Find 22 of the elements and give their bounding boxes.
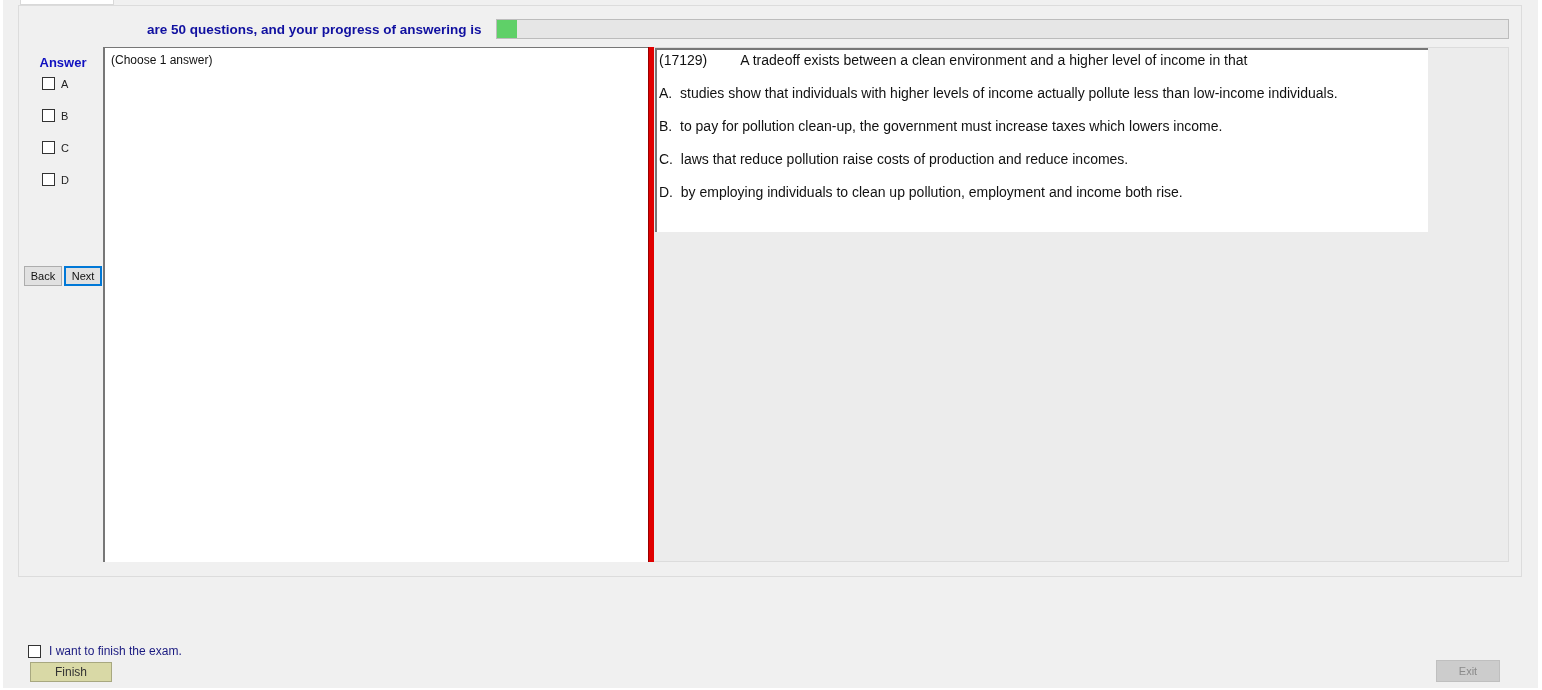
choice-text: B. to pay for pollution clean-up, the government must increase taxes which lowers income. — [659, 118, 1224, 134]
answer-checkbox[interactable] — [42, 109, 55, 122]
question-number: (17129) — [659, 52, 708, 68]
finish-checkbox[interactable] — [28, 644, 41, 658]
answer-heading: Answer — [39, 55, 87, 70]
progress-caption: are 50 questions, and your progress of answering is — [147, 21, 482, 37]
choice-text: C. laws that reduce pollution raise costs of production and reduce incomes. — [659, 151, 1130, 167]
option-label: D — [61, 173, 69, 186]
option-label: A — [61, 77, 69, 90]
choice-text: A. studies show that individuals with higher levels of income actually pollute less than low-income individuals. — [659, 85, 1339, 101]
finish-button[interactable]: Finish — [30, 662, 112, 682]
answer-hint: (Choose 1 answer) — [111, 53, 214, 67]
answer-checkbox[interactable] — [42, 173, 55, 186]
option-label: B — [61, 109, 69, 122]
answer-checkbox[interactable] — [42, 141, 55, 154]
option-label: C — [61, 141, 69, 154]
nav-button[interactable]: Next — [64, 266, 102, 286]
finish-label: I want to finish the exam. — [49, 644, 182, 658]
nav-button[interactable]: Back — [24, 266, 62, 286]
answer-checkbox[interactable] — [42, 77, 55, 90]
choice-text: D. by employing individuals to clean up pollution, employment and income both rise. — [659, 184, 1184, 200]
question-text: A tradeoff exists between a clean environment and a higher level of income in that — [740, 52, 1248, 68]
